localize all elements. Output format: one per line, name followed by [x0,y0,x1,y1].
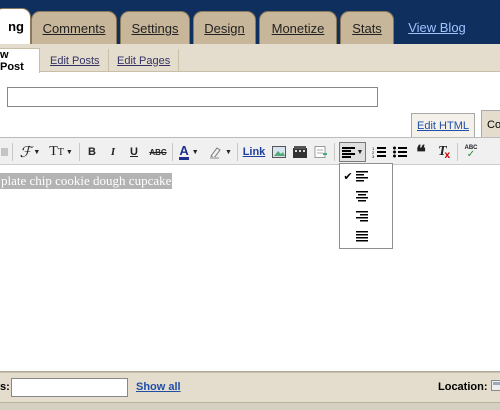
subtab-new-post[interactable]: w Post [0,48,40,73]
text-size-dropdown[interactable]: TT ▼ [48,142,74,162]
align-left-icon [356,170,368,181]
text-color-button[interactable]: A ▼ [177,142,201,162]
toolbar-separator [334,143,335,161]
edit-html-label: Edit HTML [417,119,469,132]
italic-button[interactable]: I [106,142,120,162]
tab-comments[interactable]: Comments [31,11,117,44]
bullet-list-icon[interactable] [392,142,408,162]
subtab-new-post-label: w Post [0,49,24,73]
tab-settings[interactable]: Settings [120,11,190,44]
tab-settings-label: Settings [131,20,179,36]
subtab-edit-pages-label: Edit Pages [117,54,171,67]
align-left-icon [341,146,355,158]
post-body-text[interactable]: plate chip cookie dough cupcake [0,173,173,189]
toolbar-separator [79,143,80,161]
undo-icon[interactable] [0,142,10,162]
alignment-menu: ✔ [339,163,393,249]
remove-formatting-icon[interactable]: Tx [435,142,453,162]
bold-button[interactable]: B [85,142,99,162]
highlight-color-button[interactable]: ▼ [207,142,233,162]
labels-label: s: [0,381,10,393]
chevron-down-icon: ▼ [191,148,199,156]
tab-stats[interactable]: Stats [340,11,394,44]
underline-button[interactable]: U [127,142,141,162]
chevron-down-icon: ▼ [65,148,73,156]
subtab-edit-posts[interactable]: Edit Posts [42,49,109,72]
edit-html-tab[interactable]: Edit HTML [411,113,475,137]
insert-image-icon[interactable] [271,142,287,162]
tab-posting-label: ng [8,19,24,34]
align-right-icon [356,210,368,221]
toolbar-separator [12,143,13,161]
toolbar-separator [237,143,238,161]
toolbar-separator [457,143,458,161]
highlighter-icon [210,147,221,159]
top-tab-bar: ng Comments Settings Design Monetize Sta… [0,0,500,44]
align-center-option[interactable] [340,186,392,206]
subtab-edit-posts-label: Edit Posts [50,54,100,67]
bold-label: B [88,146,96,158]
align-justify-icon [356,230,368,241]
font-dropdown[interactable]: ℱ ▼ [18,142,42,162]
text-size-icon: T [49,144,58,159]
tab-comments-label: Comments [42,20,106,36]
link-label: Link [242,146,266,158]
strikethrough-label: ABC [149,147,167,157]
align-left-option[interactable]: ✔ [340,166,392,186]
svg-text:3: 3 [372,154,375,158]
text-size-small-glyph: T [57,146,64,158]
show-all-link[interactable]: Show all [136,381,181,393]
bottom-strip [0,402,500,410]
strikethrough-button[interactable]: ABC [148,142,168,162]
tab-stats-label: Stats [352,20,382,36]
remove-formatting-x: x [444,149,451,161]
chevron-down-icon: ▼ [356,148,364,156]
location-label: Location: [438,381,488,393]
chevron-down-icon: ▼ [225,148,232,156]
tab-design-label: Design [204,20,245,36]
toolbar-separator [172,143,173,161]
tab-design[interactable]: Design [193,11,256,44]
compose-tab[interactable]: Co [481,110,500,137]
location-icon[interactable] [491,380,500,392]
view-blog-label: View Blog [408,19,466,35]
spell-check-button[interactable]: ABC ✓ [462,142,480,162]
underline-label: U [130,146,138,158]
labels-input[interactable] [11,378,128,397]
post-editor[interactable]: plate chip cookie dough cupcake [0,165,500,372]
sub-tab-bar: w Post Edit Posts Edit Pages [0,44,500,73]
insert-video-icon[interactable] [292,142,308,162]
numbered-list-icon[interactable]: 123 [371,142,387,162]
tab-monetize-label: Monetize [271,20,325,36]
blockquote-icon[interactable]: ❝ [413,142,429,162]
subtab-edit-pages[interactable]: Edit Pages [109,49,180,72]
post-options-bar: s: Show all Location: [0,372,500,402]
chevron-down-icon: ▼ [33,148,41,156]
align-right-option[interactable] [340,206,392,226]
tab-posting[interactable]: ng [0,8,31,44]
view-blog-link[interactable]: View Blog [402,12,472,42]
compose-label: Co [487,119,500,131]
text-color-icon: A [179,143,189,160]
check-icon: ✓ [466,149,476,160]
link-button[interactable]: Link [242,142,266,162]
alignment-dropdown[interactable]: ▼ [339,142,366,162]
font-icon: ℱ [19,144,32,161]
align-justify-option[interactable] [340,226,392,246]
post-title-input[interactable] [7,87,378,107]
check-icon: ✔ [343,170,353,183]
italic-label: I [110,146,116,158]
tab-monetize[interactable]: Monetize [259,11,337,44]
align-center-icon [356,190,368,201]
formatting-toolbar: ℱ ▼ TT ▼ B I U ABC A ▼ ▼ Link ▼ 123 ❝ Tx [0,137,500,165]
insert-jump-break-icon[interactable] [313,142,329,162]
